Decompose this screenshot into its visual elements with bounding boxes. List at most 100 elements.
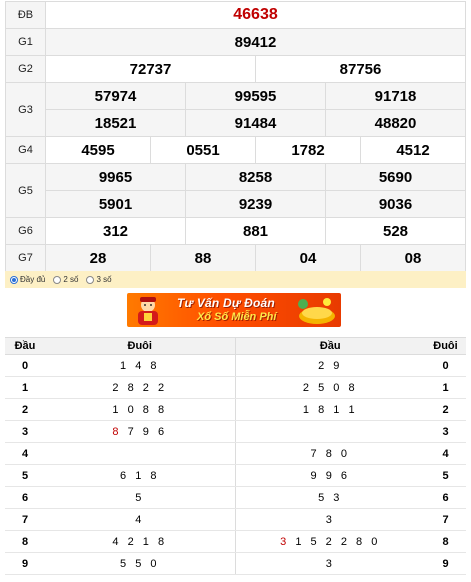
col-header: Đầu	[235, 337, 425, 355]
prize-label: ĐB	[5, 1, 46, 29]
prize-number: 5901	[45, 190, 186, 218]
table-cell: 9 9 6	[235, 464, 425, 487]
table-row: 3 8 7 9 6 3	[5, 420, 466, 443]
table-cell: 2 8 2 2	[45, 376, 236, 399]
table-row: 6 5 5 3 6	[5, 486, 466, 509]
prize-number: 18521	[45, 109, 186, 137]
digits: 5	[442, 469, 449, 482]
option-2-digits[interactable]: 2 số	[53, 275, 78, 284]
prize-number: 1782	[255, 136, 361, 164]
prize-label: G4	[5, 136, 46, 164]
digits: 3	[325, 513, 335, 526]
option-full[interactable]: Đầy đủ	[10, 275, 45, 284]
highlight-digit: 8	[112, 425, 122, 438]
mascot-icon	[138, 297, 158, 325]
table-cell: 8	[5, 530, 45, 553]
prize-number: 312	[45, 217, 186, 245]
digits: 9	[442, 557, 449, 570]
table-cell: 1 4 8	[45, 354, 236, 377]
table-cell: 7	[425, 508, 466, 531]
table-cell: 5 5 0	[45, 552, 236, 575]
digits: 1	[442, 381, 449, 394]
prize-number: 88	[150, 244, 256, 272]
prize-number: 04	[255, 244, 361, 272]
digits: 1	[21, 381, 29, 394]
prize-number: 99595	[185, 82, 326, 110]
promo-banner[interactable]: Tư Vấn Dự Đoán Xổ Số Miễn Phí	[127, 293, 341, 327]
table-cell: 6	[425, 486, 466, 509]
table-cell: 8	[425, 530, 466, 553]
radio-icon[interactable]	[10, 275, 18, 284]
table-row: 0 1 4 8 2 9 0	[5, 354, 466, 377]
prize-row-g3b: 18521 91484 48820	[6, 109, 466, 137]
option-3-digits[interactable]: 3 số	[86, 275, 112, 284]
digits: 4	[21, 447, 29, 460]
table-cell: 5 3	[235, 486, 425, 509]
results-table: ĐB 46638 G1 89412 G2 72737 87756 G3 5797…	[5, 1, 466, 272]
table-cell: 2	[425, 398, 466, 421]
table-cell: 0	[5, 354, 45, 377]
display-options: Đầy đủ 2 số 3 số	[5, 271, 466, 288]
digits: 4 2 1 8	[112, 535, 168, 548]
banner-line-1: Tư Vấn Dự Đoán	[177, 296, 275, 310]
coins-icon	[298, 298, 335, 324]
prize-label: G1	[5, 28, 46, 56]
loto-table: Đầu Đuôi Đầu Đuôi 0 1 4 8 2 9 0 1 2 8 2 2 2 5 …	[5, 337, 466, 575]
prize-row-g6: G6 312 881 528	[5, 217, 466, 245]
digits: 2	[442, 403, 449, 416]
digits: 1 4 8	[120, 359, 160, 372]
table-cell: 3	[235, 508, 425, 531]
digits: 3	[21, 425, 29, 438]
prize-number: 28	[45, 244, 151, 272]
table-cell: 4	[45, 508, 236, 531]
table-cell: 0	[425, 354, 466, 377]
digits: 4	[135, 513, 145, 526]
prize-number: 87756	[255, 55, 466, 83]
digits: 3	[442, 425, 449, 438]
prize-number: 4512	[360, 136, 466, 164]
prize-number: 91718	[325, 82, 466, 110]
digits: 5	[135, 491, 145, 504]
table-row: 7 4 3 7	[5, 508, 466, 531]
prize-row-g5b: 5901 9239 9036	[6, 190, 466, 218]
prize-number: 5690	[325, 163, 466, 191]
table-cell: 4	[425, 442, 466, 465]
prize-number: 72737	[45, 55, 256, 83]
digits: 5 3	[318, 491, 343, 504]
table-cell: 5	[5, 464, 45, 487]
digits: 2 8 2 2	[112, 381, 168, 394]
prize-row-g5: G5 9965 8258 5690	[5, 163, 466, 218]
radio-icon[interactable]	[53, 275, 62, 284]
digits: 2 5 0 8	[302, 381, 358, 394]
table-cell: 1	[5, 376, 45, 399]
digits: 0	[21, 359, 29, 372]
digits: 0	[442, 359, 449, 372]
table-cell: 3	[235, 552, 425, 575]
prize-number: 9239	[185, 190, 326, 218]
prize-number: 8258	[185, 163, 326, 191]
table-cell: 2 5 0 8	[235, 376, 425, 399]
prize-row-g3: G3 57974 99595 91718	[5, 82, 466, 137]
digits: 4	[442, 447, 449, 460]
digits: 8	[442, 535, 449, 548]
table-cell: 1 8 1 1	[235, 398, 425, 421]
digits: 2 9	[318, 359, 343, 372]
prize-label: G6	[5, 217, 46, 245]
prize-number: 57974	[45, 82, 186, 110]
prize-label: G3	[5, 82, 46, 137]
digits: 8	[21, 535, 29, 548]
table-cell: 6	[5, 486, 45, 509]
table-cell: 8 7 9 6	[45, 420, 236, 443]
table-cell: 4	[5, 442, 45, 465]
table-cell: 1 0 8 8	[45, 398, 236, 421]
table-cell: 9	[425, 552, 466, 575]
digits: 2	[21, 403, 29, 416]
table-cell: 7	[5, 508, 45, 531]
digits: 1 5 2 2 8 0	[289, 535, 381, 548]
table-cell: 9	[5, 552, 45, 575]
radio-icon[interactable]	[86, 275, 95, 284]
prize-row-g4: G4 4595 0551 1782 4512	[5, 136, 466, 164]
prize-number: 91484	[185, 109, 326, 137]
prize-number: 46638	[45, 1, 466, 29]
prize-number: 881	[185, 217, 326, 245]
